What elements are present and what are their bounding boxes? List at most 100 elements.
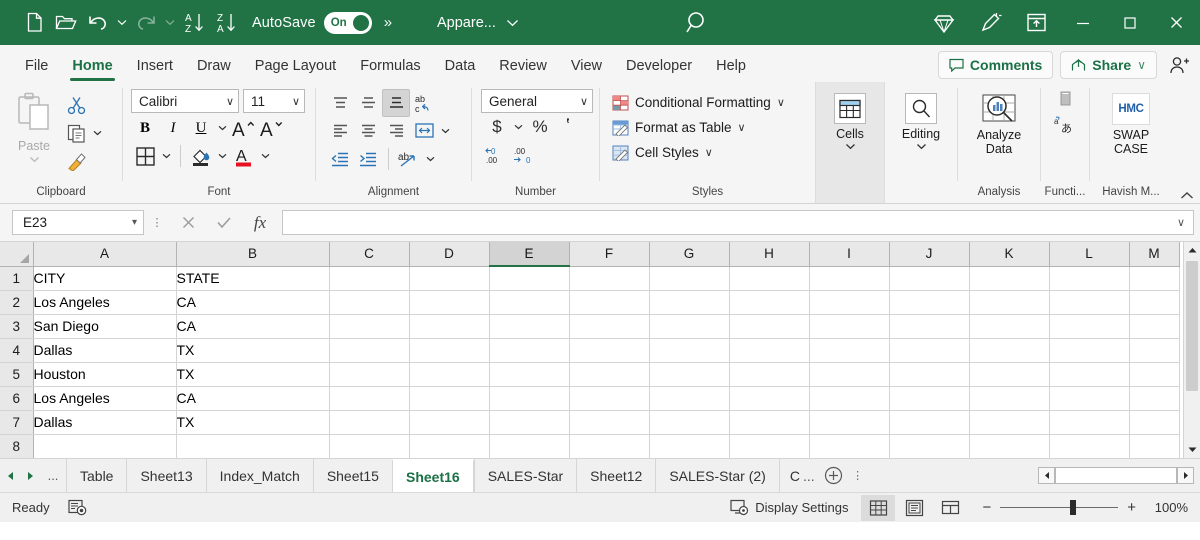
cell-e3[interactable]: [489, 314, 570, 339]
page-layout-view-icon[interactable]: [897, 495, 931, 521]
row-header-5[interactable]: 5: [0, 362, 34, 387]
cell-e8[interactable]: [489, 434, 570, 458]
cell-k1[interactable]: [969, 266, 1050, 291]
cell-i6[interactable]: [809, 386, 890, 411]
open-folder-icon[interactable]: [50, 7, 82, 39]
cell-f2[interactable]: [569, 290, 650, 315]
cell-e2[interactable]: [489, 290, 570, 315]
tab-review[interactable]: Review: [488, 49, 558, 82]
cell-a5[interactable]: Houston: [33, 362, 177, 387]
phonetic-guide-button[interactable]: aあ: [1053, 87, 1077, 135]
tab-developer[interactable]: Developer: [615, 49, 703, 82]
cell-d2[interactable]: [409, 290, 490, 315]
paste-button[interactable]: Paste: [6, 87, 62, 163]
cell-e7[interactable]: [489, 410, 570, 435]
underline-caret-icon[interactable]: [215, 114, 230, 142]
row-header-1[interactable]: 1: [0, 266, 34, 291]
cell-d8[interactable]: [409, 434, 490, 458]
copilot-diamond-icon[interactable]: [921, 0, 967, 45]
sheet-tab-table[interactable]: Table: [66, 458, 126, 493]
decrease-indent-button[interactable]: [326, 145, 354, 173]
cell-d5[interactable]: [409, 362, 490, 387]
cell-k2[interactable]: [969, 290, 1050, 315]
increase-decimal-button[interactable]: 0.00: [483, 141, 511, 169]
cell-g8[interactable]: [649, 434, 730, 458]
editing-button[interactable]: Editing: [891, 87, 951, 150]
cell-a4[interactable]: Dallas: [33, 338, 177, 363]
sheet-tab-sheet13[interactable]: Sheet13: [126, 458, 205, 493]
undo-icon[interactable]: [82, 7, 114, 39]
hscroll-right-arrow-icon[interactable]: [1177, 467, 1194, 484]
column-header-j[interactable]: J: [889, 242, 970, 267]
formula-bar-expand-caret-icon[interactable]: ∨: [1177, 216, 1185, 229]
column-header-k[interactable]: K: [969, 242, 1050, 267]
tab-file[interactable]: File: [14, 49, 59, 82]
cell-m4[interactable]: [1129, 338, 1180, 363]
column-header-l[interactable]: L: [1049, 242, 1130, 267]
wrap-text-caret-icon[interactable]: [438, 117, 453, 145]
sheet-overflow-dots[interactable]: ...: [40, 468, 66, 483]
name-box[interactable]: E23 ▾: [12, 210, 144, 235]
comments-button[interactable]: Comments: [937, 51, 1054, 79]
cell-j7[interactable]: [889, 410, 970, 435]
column-header-f[interactable]: F: [569, 242, 650, 267]
vertical-scrollbar[interactable]: [1183, 242, 1200, 458]
decrease-decimal-button[interactable]: .00 0: [511, 141, 539, 169]
row-header-7[interactable]: 7: [0, 410, 34, 435]
tab-formulas[interactable]: Formulas: [349, 49, 431, 82]
sheet-tab-menu-dots[interactable]: ⋮: [849, 469, 867, 482]
new-file-icon[interactable]: [18, 7, 50, 39]
ribbon-display-icon[interactable]: [1013, 0, 1059, 45]
sheet-tab-sales-star[interactable]: SALES-Star: [473, 458, 576, 493]
cell-b4[interactable]: TX: [176, 338, 330, 363]
horizontal-scrollbar[interactable]: [1038, 467, 1194, 484]
cell-f3[interactable]: [569, 314, 650, 339]
middle-align-button[interactable]: [354, 89, 382, 117]
cell-d1[interactable]: [409, 266, 490, 291]
horizontal-scroll-track[interactable]: [1055, 467, 1177, 484]
cell-g3[interactable]: [649, 314, 730, 339]
qat-more-commands[interactable]: »: [384, 14, 392, 31]
cell-e4[interactable]: [489, 338, 570, 363]
column-header-b[interactable]: B: [176, 242, 330, 267]
normal-view-icon[interactable]: [861, 494, 896, 521]
cell-h1[interactable]: [729, 266, 810, 291]
sheet-tab-truncated[interactable]: C ...: [778, 458, 819, 493]
analyze-data-button[interactable]: Analyze Data: [964, 87, 1034, 156]
cell-h6[interactable]: [729, 386, 810, 411]
align-left-button[interactable]: [326, 117, 354, 145]
tab-help[interactable]: Help: [705, 49, 757, 82]
row-header-2[interactable]: 2: [0, 290, 34, 315]
merge-center-button[interactable]: ab: [395, 145, 423, 173]
cell-b3[interactable]: CA: [176, 314, 330, 339]
cell-e5[interactable]: [489, 362, 570, 387]
cell-k8[interactable]: [969, 434, 1050, 458]
comma-style-button[interactable]: ̔: [554, 113, 582, 141]
insert-function-button[interactable]: fx: [242, 210, 278, 236]
swap-case-button[interactable]: HMC SWAP CASE: [1096, 87, 1166, 156]
select-all-corner[interactable]: [0, 242, 34, 267]
cell-i4[interactable]: [809, 338, 890, 363]
row-header-6[interactable]: 6: [0, 386, 34, 411]
increase-indent-button[interactable]: [354, 145, 382, 173]
maximize-button[interactable]: [1106, 0, 1153, 45]
increase-font-size-button[interactable]: A: [230, 114, 258, 142]
cell-j6[interactable]: [889, 386, 970, 411]
cell-l6[interactable]: [1049, 386, 1130, 411]
cell-b7[interactable]: TX: [176, 410, 330, 435]
cell-f8[interactable]: [569, 434, 650, 458]
cut-button[interactable]: [62, 92, 90, 118]
minimize-button[interactable]: [1059, 0, 1106, 45]
previous-sheet-arrow-icon[interactable]: [0, 463, 20, 489]
number-format-combobox[interactable]: General ∨: [481, 89, 593, 113]
cell-m5[interactable]: [1129, 362, 1180, 387]
cell-c5[interactable]: [329, 362, 410, 387]
zoom-level-label[interactable]: 100%: [1148, 500, 1188, 515]
tab-data[interactable]: Data: [434, 49, 487, 82]
cell-g6[interactable]: [649, 386, 730, 411]
autosave-toggle[interactable]: On: [323, 11, 372, 34]
cell-h3[interactable]: [729, 314, 810, 339]
column-header-a[interactable]: A: [33, 242, 177, 267]
formula-input[interactable]: ∨: [282, 210, 1194, 235]
align-right-button[interactable]: [382, 117, 410, 145]
